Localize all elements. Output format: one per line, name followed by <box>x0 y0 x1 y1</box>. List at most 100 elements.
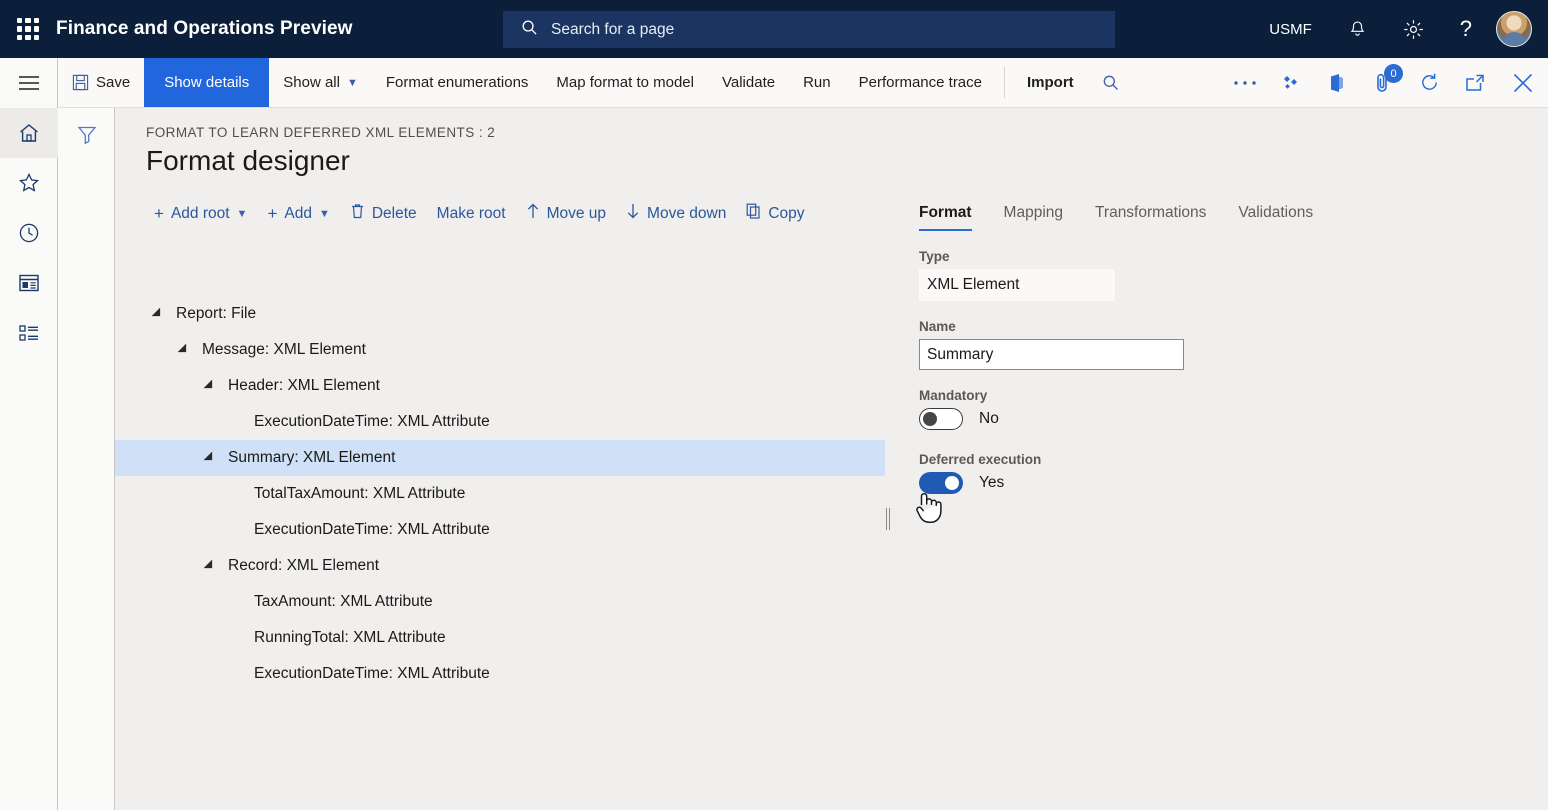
save-button[interactable]: Save <box>58 58 144 107</box>
chevron-down-icon: ▼ <box>319 208 330 220</box>
gear-icon[interactable] <box>1385 0 1442 58</box>
close-icon[interactable] <box>1498 58 1548 107</box>
app-title: Finance and Operations Preview <box>56 18 353 40</box>
global-search-box[interactable]: Search for a page <box>503 11 1115 48</box>
tree-row[interactable]: Record: XML Element <box>115 548 885 584</box>
tree-row-label: Summary: XML Element <box>228 449 395 467</box>
toolbar-divider <box>1004 67 1005 98</box>
workspaces-icon[interactable] <box>0 258 58 308</box>
clock-icon[interactable] <box>0 208 58 258</box>
search-icon[interactable] <box>1088 58 1134 107</box>
popout-icon[interactable] <box>1452 58 1498 107</box>
properties-panel: Format Mapping Transformations Validatio… <box>903 200 1503 494</box>
name-field: Name <box>903 319 1503 370</box>
expand-caret-icon[interactable] <box>178 344 191 357</box>
deferred-execution-toggle[interactable] <box>919 472 963 494</box>
tree-row-label: TaxAmount: XML Attribute <box>254 593 433 611</box>
copy-icon <box>746 203 761 224</box>
tree-row[interactable]: ExecutionDateTime: XML Attribute <box>115 512 885 548</box>
map-format-to-model-button[interactable]: Map format to model <box>542 58 708 107</box>
modules-list-icon[interactable] <box>0 308 58 358</box>
expand-caret-icon[interactable] <box>204 560 217 573</box>
tree-row-label: RunningTotal: XML Attribute <box>254 629 446 647</box>
deferred-execution-field: Deferred execution Yes <box>903 452 1503 494</box>
app-launcher-icon[interactable] <box>14 15 42 43</box>
mandatory-field: Mandatory No <box>903 388 1503 430</box>
name-input[interactable] <box>919 339 1184 370</box>
plus-icon: + <box>154 205 164 222</box>
type-field: Type XML Element <box>903 249 1503 301</box>
trash-icon <box>350 203 365 224</box>
properties-tab-strip: Format Mapping Transformations Validatio… <box>903 200 1503 231</box>
expand-caret-icon[interactable] <box>152 308 165 321</box>
tree-row[interactable]: ExecutionDateTime: XML Attribute <box>115 656 885 692</box>
tree-row[interactable]: Report: File <box>115 296 885 332</box>
tree-row-label: Message: XML Element <box>202 341 366 359</box>
tree-row[interactable]: Header: XML Element <box>115 368 885 404</box>
type-label: Type <box>919 249 1503 264</box>
tree-row-label: Record: XML Element <box>228 557 379 575</box>
show-all-button[interactable]: Show all ▼ <box>269 58 372 107</box>
main-content-area: FORMAT TO LEARN DEFERRED XML ELEMENTS : … <box>115 108 1548 810</box>
filter-funnel-icon[interactable] <box>58 124 115 146</box>
save-label: Save <box>96 74 130 91</box>
move-down-button[interactable]: Move down <box>617 199 735 228</box>
panel-splitter-handle[interactable] <box>883 508 893 530</box>
show-details-button[interactable]: Show details <box>144 58 269 107</box>
tree-row-label: TotalTaxAmount: XML Attribute <box>254 485 465 503</box>
tree-row-label: Report: File <box>176 305 256 323</box>
expand-caret-icon[interactable] <box>204 380 217 393</box>
breadcrumb: FORMAT TO LEARN DEFERRED XML ELEMENTS : … <box>146 125 1548 140</box>
star-icon[interactable] <box>0 158 58 208</box>
mandatory-label: Mandatory <box>919 388 1503 403</box>
overflow-ellipsis-icon[interactable] <box>1222 58 1268 107</box>
tree-row[interactable]: Summary: XML Element <box>115 440 885 476</box>
type-value: XML Element <box>919 269 1115 301</box>
search-placeholder: Search for a page <box>551 21 674 39</box>
tab-validations[interactable]: Validations <box>1222 200 1329 231</box>
chevron-down-icon: ▼ <box>237 208 248 220</box>
tree-row[interactable]: TotalTaxAmount: XML Attribute <box>115 476 885 512</box>
tree-row[interactable]: TaxAmount: XML Attribute <box>115 584 885 620</box>
copy-button[interactable]: Copy <box>737 199 813 228</box>
bell-icon[interactable] <box>1330 0 1385 58</box>
user-avatar[interactable] <box>1496 11 1532 47</box>
delete-button[interactable]: Delete <box>341 199 426 228</box>
mandatory-toggle[interactable] <box>919 408 963 430</box>
arrow-down-icon <box>626 203 640 224</box>
arrow-up-icon <box>526 203 540 224</box>
performance-trace-button[interactable]: Performance trace <box>845 58 996 107</box>
tree-row[interactable]: ExecutionDateTime: XML Attribute <box>115 404 885 440</box>
make-root-button[interactable]: Make root <box>428 201 515 227</box>
import-button[interactable]: Import <box>1013 58 1088 107</box>
tab-transformations[interactable]: Transformations <box>1079 200 1222 231</box>
deferred-execution-label: Deferred execution <box>919 452 1503 467</box>
toolbar-spacer <box>1134 58 1222 107</box>
office-apps-icon[interactable] <box>1268 58 1314 107</box>
refresh-icon[interactable] <box>1406 58 1452 107</box>
tab-mapping[interactable]: Mapping <box>988 200 1079 231</box>
save-disk-icon <box>72 74 89 91</box>
validate-button[interactable]: Validate <box>708 58 789 107</box>
tree-row[interactable]: Message: XML Element <box>115 332 885 368</box>
add-button[interactable]: + Add ▼ <box>258 201 338 227</box>
company-selector[interactable]: USMF <box>1251 0 1330 58</box>
tree-row[interactable]: RunningTotal: XML Attribute <box>115 620 885 656</box>
add-root-button[interactable]: + Add root ▼ <box>145 201 256 227</box>
command-toolbar: Save Show details Show all ▼ Format enum… <box>58 58 1548 108</box>
filter-column <box>58 108 115 810</box>
run-button[interactable]: Run <box>789 58 845 107</box>
open-in-office-icon[interactable] <box>1314 58 1360 107</box>
question-mark-icon[interactable]: ? <box>1442 0 1490 58</box>
tree-row-label: ExecutionDateTime: XML Attribute <box>254 521 490 539</box>
expand-caret-icon[interactable] <box>204 452 217 465</box>
top-nav-right-group: USMF ? <box>1251 0 1548 58</box>
attachments-icon[interactable]: 0 <box>1360 58 1406 107</box>
format-enumerations-button[interactable]: Format enumerations <box>372 58 543 107</box>
tree-row-label: ExecutionDateTime: XML Attribute <box>254 665 490 683</box>
plus-icon: + <box>267 205 277 222</box>
home-icon[interactable] <box>0 108 58 158</box>
move-up-button[interactable]: Move up <box>517 199 615 228</box>
hamburger-menu-icon[interactable] <box>0 58 58 108</box>
tab-format[interactable]: Format <box>903 200 988 231</box>
